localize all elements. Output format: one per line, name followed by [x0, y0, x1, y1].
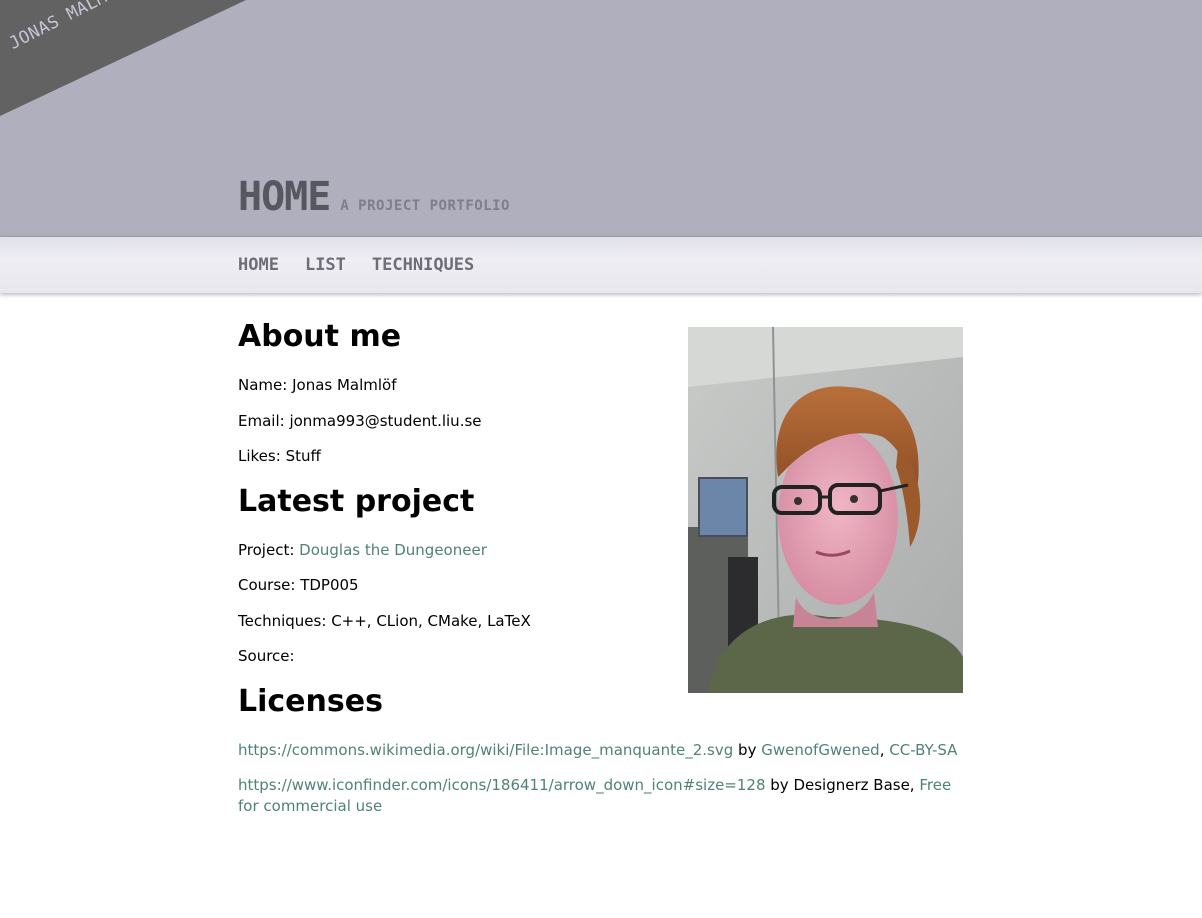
course-label: Course:: [238, 576, 296, 594]
nav-item-techniques[interactable]: TECHNIQUES: [372, 255, 474, 275]
email-label: Email:: [238, 412, 285, 430]
license-author-link[interactable]: GwenofGwened: [761, 741, 879, 759]
techniques-value: C++, CLion, CMake, LaTeX: [331, 612, 531, 630]
license-type-link[interactable]: CC-BY-SA: [889, 741, 957, 759]
site-header: JONAS MALMLÖF HOME A PROJECT PORTFOLIO: [0, 0, 1202, 236]
site-heading: HOME A PROJECT PORTFOLIO: [238, 174, 510, 220]
nav-item-home[interactable]: HOME: [238, 255, 279, 275]
source-label: Source:: [238, 647, 295, 665]
corner-banner[interactable]: JONAS MALMLÖF: [0, 0, 260, 130]
likes-label: Likes:: [238, 447, 281, 465]
license-by: by: [738, 741, 757, 759]
likes-value: Stuff: [285, 447, 321, 465]
license-item: https://www.iconfinder.com/icons/186411/…: [238, 775, 964, 817]
license-separator: ,: [879, 741, 885, 759]
email-value: jonma993@student.liu.se: [289, 412, 482, 430]
course-value: TDP005: [300, 576, 359, 594]
project-link[interactable]: Douglas the Dungeoneer: [299, 541, 487, 559]
license-source-link[interactable]: https://commons.wikimedia.org/wiki/File:…: [238, 741, 733, 759]
page-title: HOME: [238, 174, 331, 220]
nav-item-list[interactable]: LIST: [305, 255, 346, 275]
page-subtitle: A PROJECT PORTFOLIO: [340, 198, 510, 214]
profile-photo: [688, 327, 963, 693]
profile-photo-image: [688, 327, 963, 693]
license-item: https://commons.wikimedia.org/wiki/File:…: [238, 740, 964, 761]
project-label: Project:: [238, 541, 295, 559]
main-nav: HOME LIST TECHNIQUES: [0, 236, 1202, 293]
license-source-link[interactable]: https://www.iconfinder.com/icons/186411/…: [238, 776, 766, 794]
license-by-author: by Designerz Base,: [770, 776, 915, 794]
techniques-label: Techniques:: [238, 612, 327, 630]
name-label: Name:: [238, 376, 288, 394]
name-value: Jonas Malmlöf: [292, 376, 397, 394]
